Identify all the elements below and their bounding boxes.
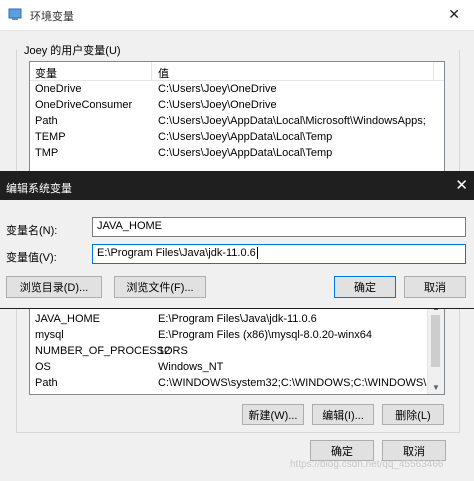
list-item[interactable]: mysql E:\Program Files (x86)\mysql-8.0.2… bbox=[30, 328, 444, 344]
user-variables-list[interactable]: 变量 值 OneDrive C:\Users\Joey\OneDrive One… bbox=[29, 61, 445, 173]
variable-value-label: 变量值(V): bbox=[6, 252, 57, 264]
browse-directory-button[interactable]: 浏览目录(D)... bbox=[6, 276, 102, 298]
env-ok-button[interactable]: 确定 bbox=[310, 440, 374, 461]
scroll-down-icon[interactable]: ▼ bbox=[432, 383, 440, 392]
list-item[interactable]: Path C:\WINDOWS\system32;C:\WINDOWS;C:\W… bbox=[30, 376, 444, 392]
edit-close-icon[interactable]: ✕ bbox=[455, 176, 468, 194]
system-variables-list[interactable]: JAVA_HOME E:\Program Files\Java\jdk-11.0… bbox=[29, 300, 445, 395]
edit-dialog-title: 编辑系统变量 bbox=[6, 183, 72, 195]
variable-name-input[interactable]: JAVA_HOME bbox=[92, 217, 466, 237]
edit-system-variable-dialog: 编辑系统变量 ✕ 变量名(N): JAVA_HOME 变量值(V): E:\Pr… bbox=[0, 172, 474, 308]
ok-button[interactable]: 确定 bbox=[334, 276, 396, 298]
column-header-value[interactable]: 值 bbox=[158, 65, 169, 81]
watermark: https://blog.csdn.net/qq_45563466 bbox=[290, 459, 444, 470]
vertical-scrollbar[interactable]: ▲ ▼ bbox=[427, 301, 444, 394]
env-title-bar: 环境变量 ✕ bbox=[0, 0, 474, 31]
list-item[interactable]: TEMP C:\Users\Joey\AppData\Local\Temp bbox=[30, 130, 444, 146]
list-item[interactable]: OneDrive C:\Users\Joey\OneDrive bbox=[30, 82, 444, 98]
variable-name-label: 变量名(N): bbox=[6, 225, 58, 237]
list-item[interactable]: NUMBER_OF_PROCESSORS 12 bbox=[30, 344, 444, 360]
new-variable-button[interactable]: 新建(W)... bbox=[242, 404, 304, 425]
list-item[interactable]: TMP C:\Users\Joey\AppData\Local\Temp bbox=[30, 146, 444, 162]
list-item[interactable]: OS Windows_NT bbox=[30, 360, 444, 376]
env-dialog-title: 环境变量 bbox=[30, 11, 74, 23]
env-cancel-button[interactable]: 取消 bbox=[382, 440, 446, 461]
system-properties-icon bbox=[8, 8, 22, 20]
variable-value-input[interactable]: E:\Program Files\Java\jdk-11.0.6 bbox=[92, 244, 466, 264]
list-item[interactable]: OneDriveConsumer C:\Users\Joey\OneDrive bbox=[30, 98, 444, 114]
scroll-thumb[interactable] bbox=[431, 315, 440, 367]
text-caret bbox=[256, 247, 258, 260]
list-item[interactable]: JAVA_HOME E:\Program Files\Java\jdk-11.0… bbox=[30, 312, 444, 328]
user-variables-label: Joey 的用户变量(U) bbox=[24, 45, 121, 57]
cancel-button[interactable]: 取消 bbox=[404, 276, 466, 298]
edit-variable-button[interactable]: 编辑(I)... bbox=[312, 404, 374, 425]
edit-title-bar: 编辑系统变量 ✕ bbox=[0, 172, 474, 200]
delete-variable-button[interactable]: 删除(L) bbox=[382, 404, 444, 425]
column-header-variable[interactable]: 变量 bbox=[35, 65, 57, 81]
list-item[interactable]: Path C:\Users\Joey\AppData\Local\Microso… bbox=[30, 114, 444, 130]
env-close-icon[interactable]: ✕ bbox=[448, 6, 460, 23]
list-header: 变量 值 bbox=[30, 62, 444, 81]
browse-file-button[interactable]: 浏览文件(F)... bbox=[114, 276, 206, 298]
